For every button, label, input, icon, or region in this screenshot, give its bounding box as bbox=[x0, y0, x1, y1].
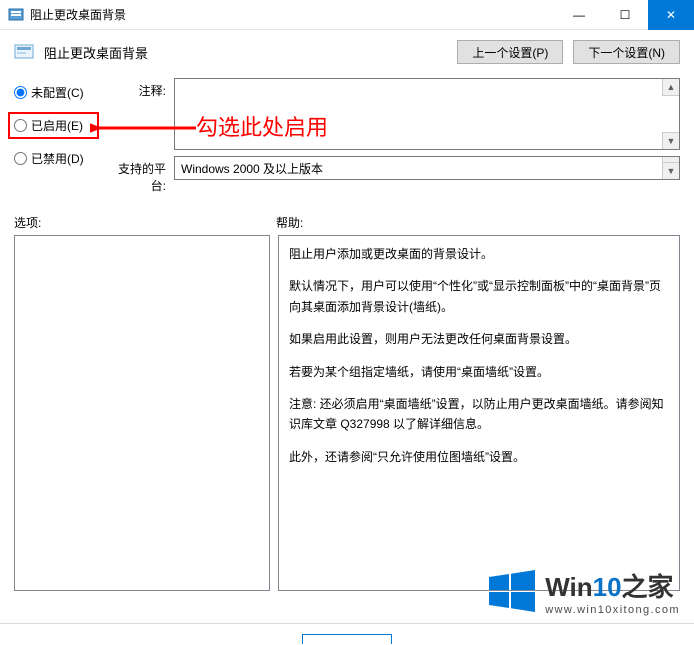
scroll-down-icon[interactable]: ▼ bbox=[662, 132, 679, 149]
options-panel bbox=[14, 235, 270, 591]
options-section-label: 选项: bbox=[14, 214, 276, 231]
radio-disabled-input[interactable] bbox=[14, 152, 27, 165]
titlebar: 阻止更改桌面背景 — ☐ ✕ bbox=[0, 0, 694, 30]
platform-label: 支持的平台: bbox=[112, 156, 174, 194]
brand-url: www.win10xitong.com bbox=[545, 604, 680, 616]
maximize-button[interactable]: ☐ bbox=[602, 0, 648, 30]
policy-editor-icon bbox=[8, 7, 24, 23]
radio-not-configured[interactable]: 未配置(C) bbox=[14, 84, 96, 101]
radio-not-configured-label: 未配置(C) bbox=[31, 84, 84, 101]
radio-enabled-label: 已启用(E) bbox=[31, 117, 83, 134]
header: 阻止更改桌面背景 上一个设置(P) 下一个设置(N) bbox=[14, 40, 680, 64]
close-button[interactable]: ✕ bbox=[648, 0, 694, 30]
window-title: 阻止更改桌面背景 bbox=[30, 6, 126, 23]
help-text: 注意: 还必须启用“桌面墙纸”设置，以防止用户更改桌面墙纸。请参阅知识库文章 Q… bbox=[289, 394, 669, 435]
help-text: 此外，还请参阅“只允许使用位图墙纸”设置。 bbox=[289, 447, 669, 467]
help-section-label: 帮助: bbox=[276, 214, 303, 231]
comment-textarea[interactable]: ▲ ▼ bbox=[174, 78, 680, 150]
help-panel: 阻止用户添加或更改桌面的背景设计。 默认情况下，用户可以使用“个性化”或“显示控… bbox=[278, 235, 680, 591]
help-text: 如果启用此设置，则用户无法更改任何桌面背景设置。 bbox=[289, 329, 669, 349]
radio-disabled[interactable]: 已禁用(D) bbox=[14, 150, 96, 167]
state-radio-group: 未配置(C) 已启用(E) 已禁用(D) bbox=[14, 78, 96, 200]
policy-icon bbox=[14, 42, 34, 62]
next-setting-button[interactable]: 下一个设置(N) bbox=[573, 40, 680, 64]
help-text: 若要为某个组指定墙纸，请使用“桌面墙纸”设置。 bbox=[289, 362, 669, 382]
scroll-up-icon[interactable]: ▲ bbox=[662, 79, 679, 96]
partial-button[interactable] bbox=[302, 634, 392, 644]
previous-setting-button[interactable]: 上一个设置(P) bbox=[457, 40, 563, 64]
comment-label: 注释: bbox=[112, 78, 174, 99]
scroll-down-icon[interactable]: ▼ bbox=[662, 162, 679, 179]
minimize-button[interactable]: — bbox=[556, 0, 602, 30]
radio-enabled[interactable]: 已启用(E) bbox=[11, 115, 96, 136]
bottom-button-area bbox=[0, 623, 694, 645]
help-text: 阻止用户添加或更改桌面的背景设计。 bbox=[289, 244, 669, 264]
radio-enabled-input[interactable] bbox=[14, 119, 27, 132]
platform-textbox[interactable]: Windows 2000 及以上版本 ▲ ▼ bbox=[174, 156, 680, 180]
page-title: 阻止更改桌面背景 bbox=[44, 43, 447, 62]
radio-disabled-label: 已禁用(D) bbox=[31, 150, 84, 167]
radio-not-configured-input[interactable] bbox=[14, 86, 27, 99]
help-text: 默认情况下，用户可以使用“个性化”或“显示控制面板”中的“桌面背景”页向其桌面添… bbox=[289, 276, 669, 317]
platform-value: Windows 2000 及以上版本 bbox=[181, 162, 323, 176]
